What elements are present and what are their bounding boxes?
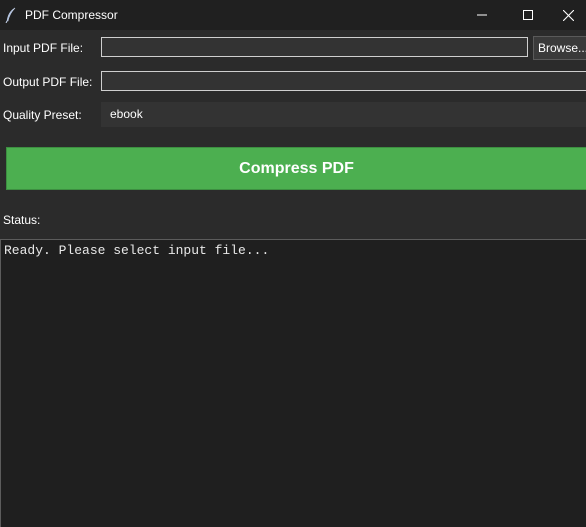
app-window: PDF Compressor Input PDF File: Browse...… [0,0,586,527]
output-file-label: Output PDF File: [3,75,93,89]
feather-icon [5,7,17,24]
minimize-button[interactable] [459,0,505,30]
window-title: PDF Compressor [25,8,118,22]
maximize-icon [523,10,533,20]
browse-button[interactable]: Browse... [533,36,586,60]
quality-preset-label: Quality Preset: [3,108,82,122]
input-file-field[interactable] [101,37,528,57]
maximize-button[interactable] [505,0,551,30]
close-icon [562,9,574,21]
minimize-icon [477,10,487,20]
status-log[interactable]: Ready. Please select input file... [0,239,586,527]
title-bar[interactable]: PDF Compressor [0,0,586,30]
compress-button[interactable]: Compress PDF [6,147,586,190]
close-button[interactable] [550,0,586,30]
output-file-field[interactable] [101,71,586,91]
input-file-label: Input PDF File: [3,41,84,55]
quality-preset-select[interactable]: ebook [101,102,586,127]
status-label: Status: [3,213,41,227]
